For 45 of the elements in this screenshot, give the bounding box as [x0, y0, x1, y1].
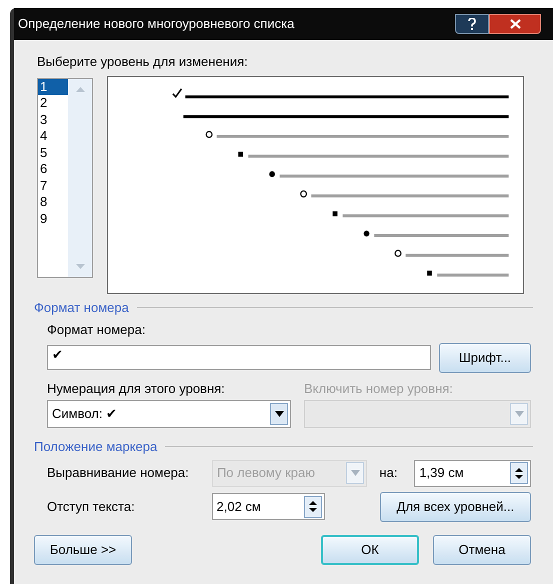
- level-item[interactable]: 4: [38, 128, 68, 144]
- level-item[interactable]: 9: [38, 210, 68, 227]
- level-item[interactable]: 6: [38, 161, 68, 178]
- field-label: Формат номера:: [47, 321, 146, 339]
- dropdown-arrow-icon: [274, 411, 284, 417]
- dialog-button[interactable]: Для всех уровней...: [380, 492, 531, 522]
- level-item[interactable]: 3: [38, 112, 68, 128]
- up-arrow-icon: [308, 501, 317, 505]
- close-icon: [510, 19, 520, 29]
- level-item[interactable]: 5: [38, 144, 68, 161]
- level-item[interactable]: 1: [38, 78, 68, 95]
- help-icon: [468, 18, 476, 30]
- scroll-up-icon: [76, 86, 84, 92]
- dialog-button[interactable]: Отмена: [433, 534, 531, 564]
- dialog-button[interactable]: Шрифт...: [438, 342, 531, 372]
- dialog-button[interactable]: ОК: [321, 534, 419, 564]
- level-item[interactable]: 2: [38, 95, 68, 112]
- section-heading: Формат номера: [34, 298, 129, 317]
- down-arrow-icon: [514, 474, 523, 478]
- format-field[interactable]: ✔: [47, 345, 431, 370]
- dropdown-arrow-icon: [514, 411, 524, 417]
- level-list[interactable]: 1 2 3 4 5 6 7 8 9: [37, 78, 93, 278]
- dialog-button[interactable]: Больше >>: [34, 534, 132, 564]
- field-label: на:: [379, 464, 398, 482]
- down-arrow-icon: [308, 508, 317, 512]
- level-label: Выберите уровень для изменения:: [36, 53, 249, 71]
- scroll-down-icon: [76, 264, 84, 268]
- at-field[interactable]: 1,39 см: [414, 460, 531, 486]
- field-label: Включить номер уровня:: [304, 380, 454, 398]
- dropdown-arrow-icon: [350, 470, 360, 476]
- spin-button[interactable]: [510, 462, 528, 484]
- field-label: Отступ текста:: [47, 498, 136, 516]
- field-label: Выравнивание номера:: [47, 464, 190, 482]
- spin-button[interactable]: [304, 496, 322, 518]
- numbering-dropdown[interactable]: Символ: ✔: [47, 400, 291, 428]
- up-arrow-icon: [514, 468, 523, 472]
- close-button[interactable]: [489, 14, 541, 34]
- scrollbar[interactable]: [68, 78, 92, 276]
- indent-field[interactable]: 2,02 см: [212, 493, 325, 520]
- level-item[interactable]: 8: [38, 194, 68, 210]
- section-heading: Положение маркера: [34, 438, 158, 456]
- level-item[interactable]: 7: [38, 178, 68, 194]
- help-button[interactable]: [455, 14, 489, 34]
- field-label: Нумерация для этого уровня:: [47, 380, 226, 398]
- window-title: Определение нового многоуровневого списка: [18, 15, 296, 34]
